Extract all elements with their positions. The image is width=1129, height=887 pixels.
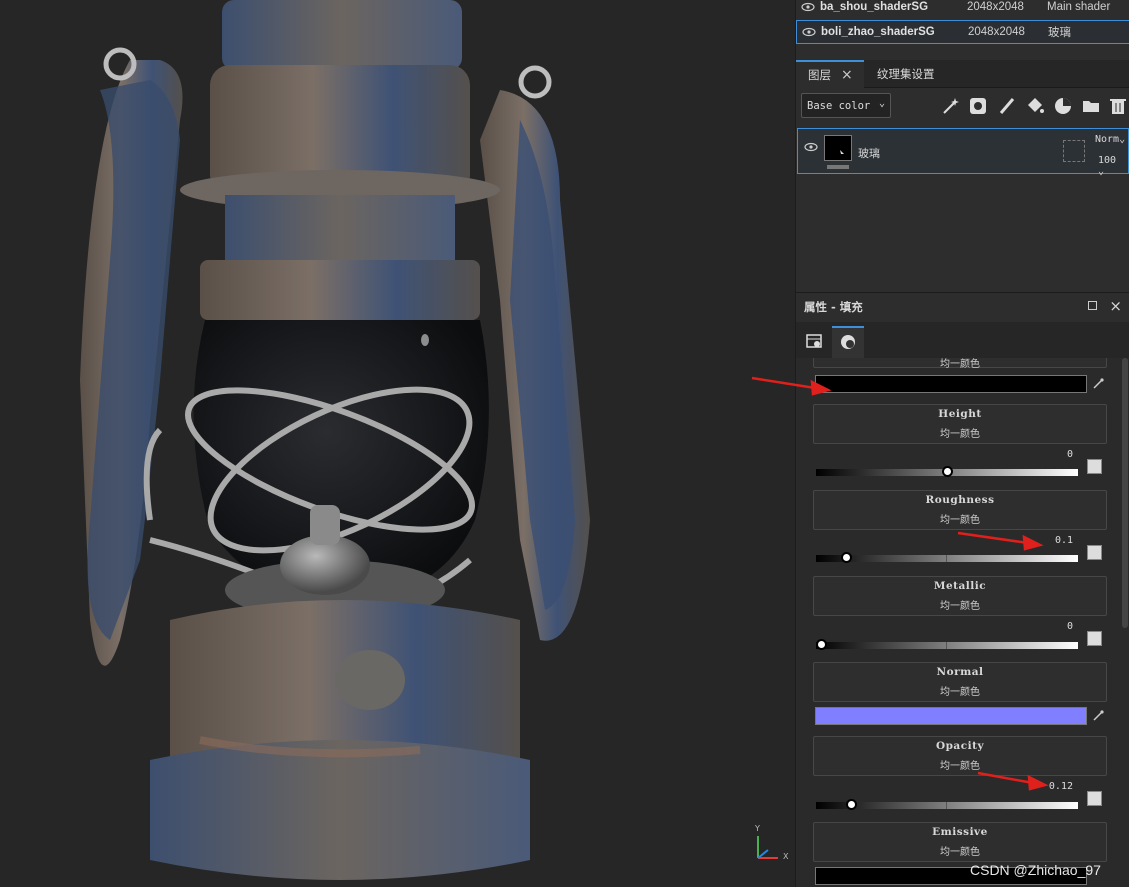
watermark: CSDN @Zhichao_97 bbox=[970, 862, 1101, 878]
annotation-arrows bbox=[751, 376, 1049, 791]
